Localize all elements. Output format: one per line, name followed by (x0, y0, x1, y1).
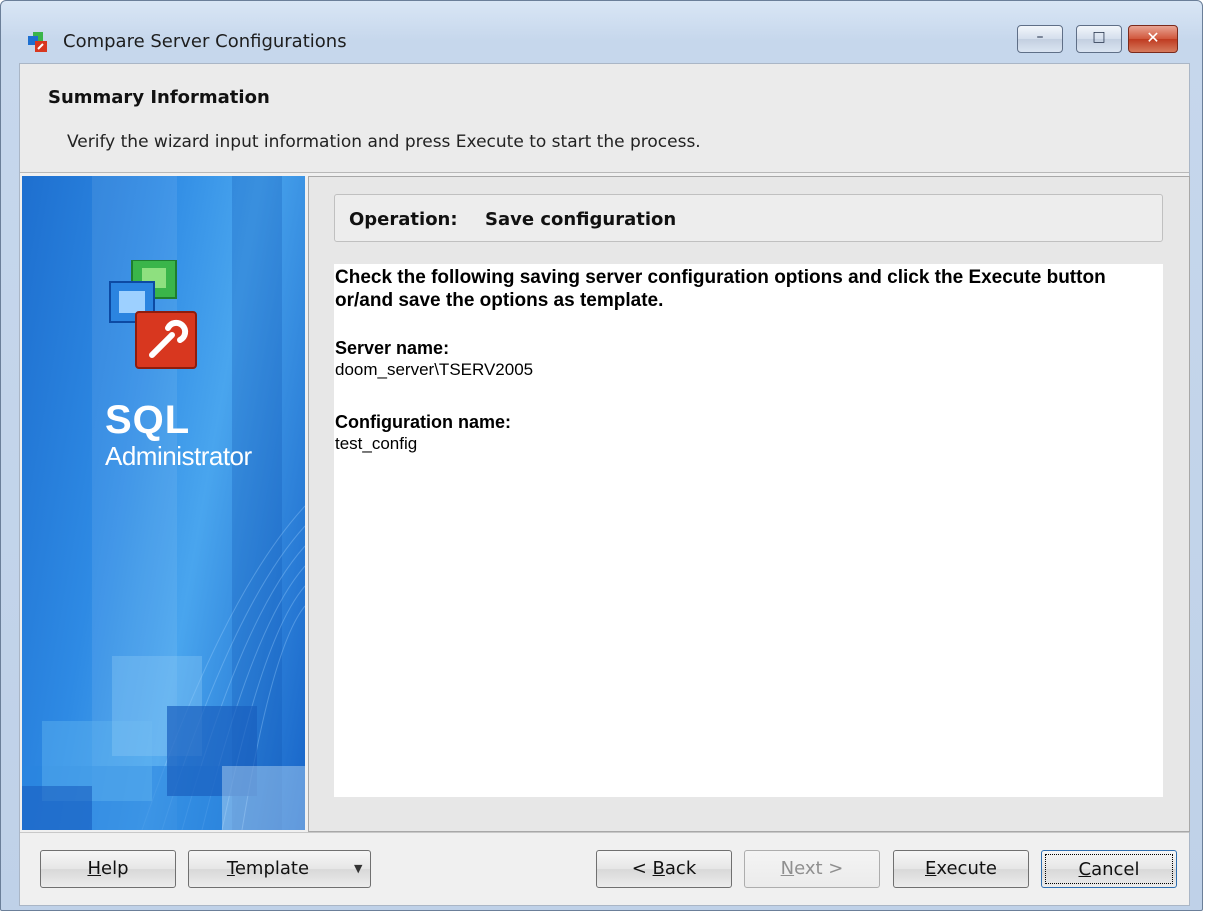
title-bar[interactable]: Compare Server Configurations – □ ✕ (1, 1, 1202, 63)
side-banner: SQL Administrator (22, 176, 305, 830)
app-icon (28, 32, 47, 52)
dropdown-arrow-icon: ▼ (354, 862, 363, 875)
cancel-label-suffix: ancel (1091, 859, 1140, 880)
execute-hotkey: E (925, 858, 937, 879)
config-name-label: Configuration name: (335, 412, 511, 432)
help-button[interactable]: Help (40, 850, 176, 888)
footer-separator (20, 832, 1189, 833)
operation-value: Save configuration (485, 209, 677, 230)
next-hotkey: N (780, 858, 795, 879)
wizard-client-area: Summary Information Verify the wizard in… (19, 63, 1190, 906)
brand-line-1: SQL (105, 398, 191, 442)
summary-intro: Check the following saving server config… (335, 267, 1106, 311)
minimize-icon: – (1036, 29, 1044, 45)
server-name-label: Server name: (335, 338, 450, 358)
back-button[interactable]: < Back (596, 850, 732, 888)
cancel-focus-ring: Cancel (1045, 854, 1173, 884)
close-icon: ✕ (1146, 28, 1160, 47)
cancel-button[interactable]: Cancel (1041, 850, 1177, 888)
summary-box: Check the following saving server config… (334, 264, 1163, 797)
template-button[interactable]: Template (188, 850, 348, 888)
template-dropdown-button[interactable]: ▼ (347, 850, 371, 888)
config-name-value: test_config (335, 434, 418, 453)
page-description: Verify the wizard input information and … (67, 132, 701, 152)
help-hotkey: H (87, 858, 102, 879)
window-title: Compare Server Configurations (63, 31, 347, 52)
execute-button[interactable]: Execute (893, 850, 1029, 888)
page-title: Summary Information (48, 87, 270, 108)
template-hotkey: T (226, 858, 235, 879)
template-label-suffix: emplate (234, 858, 310, 879)
help-label-suffix: elp (101, 858, 129, 879)
wizard-window: Compare Server Configurations – □ ✕ Summ… (0, 0, 1203, 911)
brand-name: SQL Administrator (105, 398, 252, 472)
next-label-suffix: ext > (794, 858, 844, 879)
close-button[interactable]: ✕ (1128, 25, 1178, 53)
next-button[interactable]: Next > (744, 850, 880, 888)
brand-line-2: Administrator (105, 441, 252, 471)
maximize-icon: □ (1092, 29, 1106, 45)
wizard-header: Summary Information Verify the wizard in… (20, 64, 1189, 173)
back-label-suffix: ack (664, 858, 697, 879)
maximize-button[interactable]: □ (1076, 25, 1122, 53)
execute-label-suffix: xecute (936, 858, 997, 879)
cancel-hotkey: C (1078, 859, 1092, 880)
operation-label: Operation: (349, 209, 458, 230)
back-hotkey: B (652, 858, 665, 879)
back-label-prefix: < (631, 858, 653, 879)
server-name-value: doom_server\TSERV2005 (335, 360, 534, 379)
sql-administrator-logo (109, 260, 197, 369)
operation-bar: Operation: Save configuration (334, 194, 1163, 242)
content-panel: Operation: Save configuration Check the … (308, 176, 1190, 832)
minimize-button[interactable]: – (1017, 25, 1063, 53)
